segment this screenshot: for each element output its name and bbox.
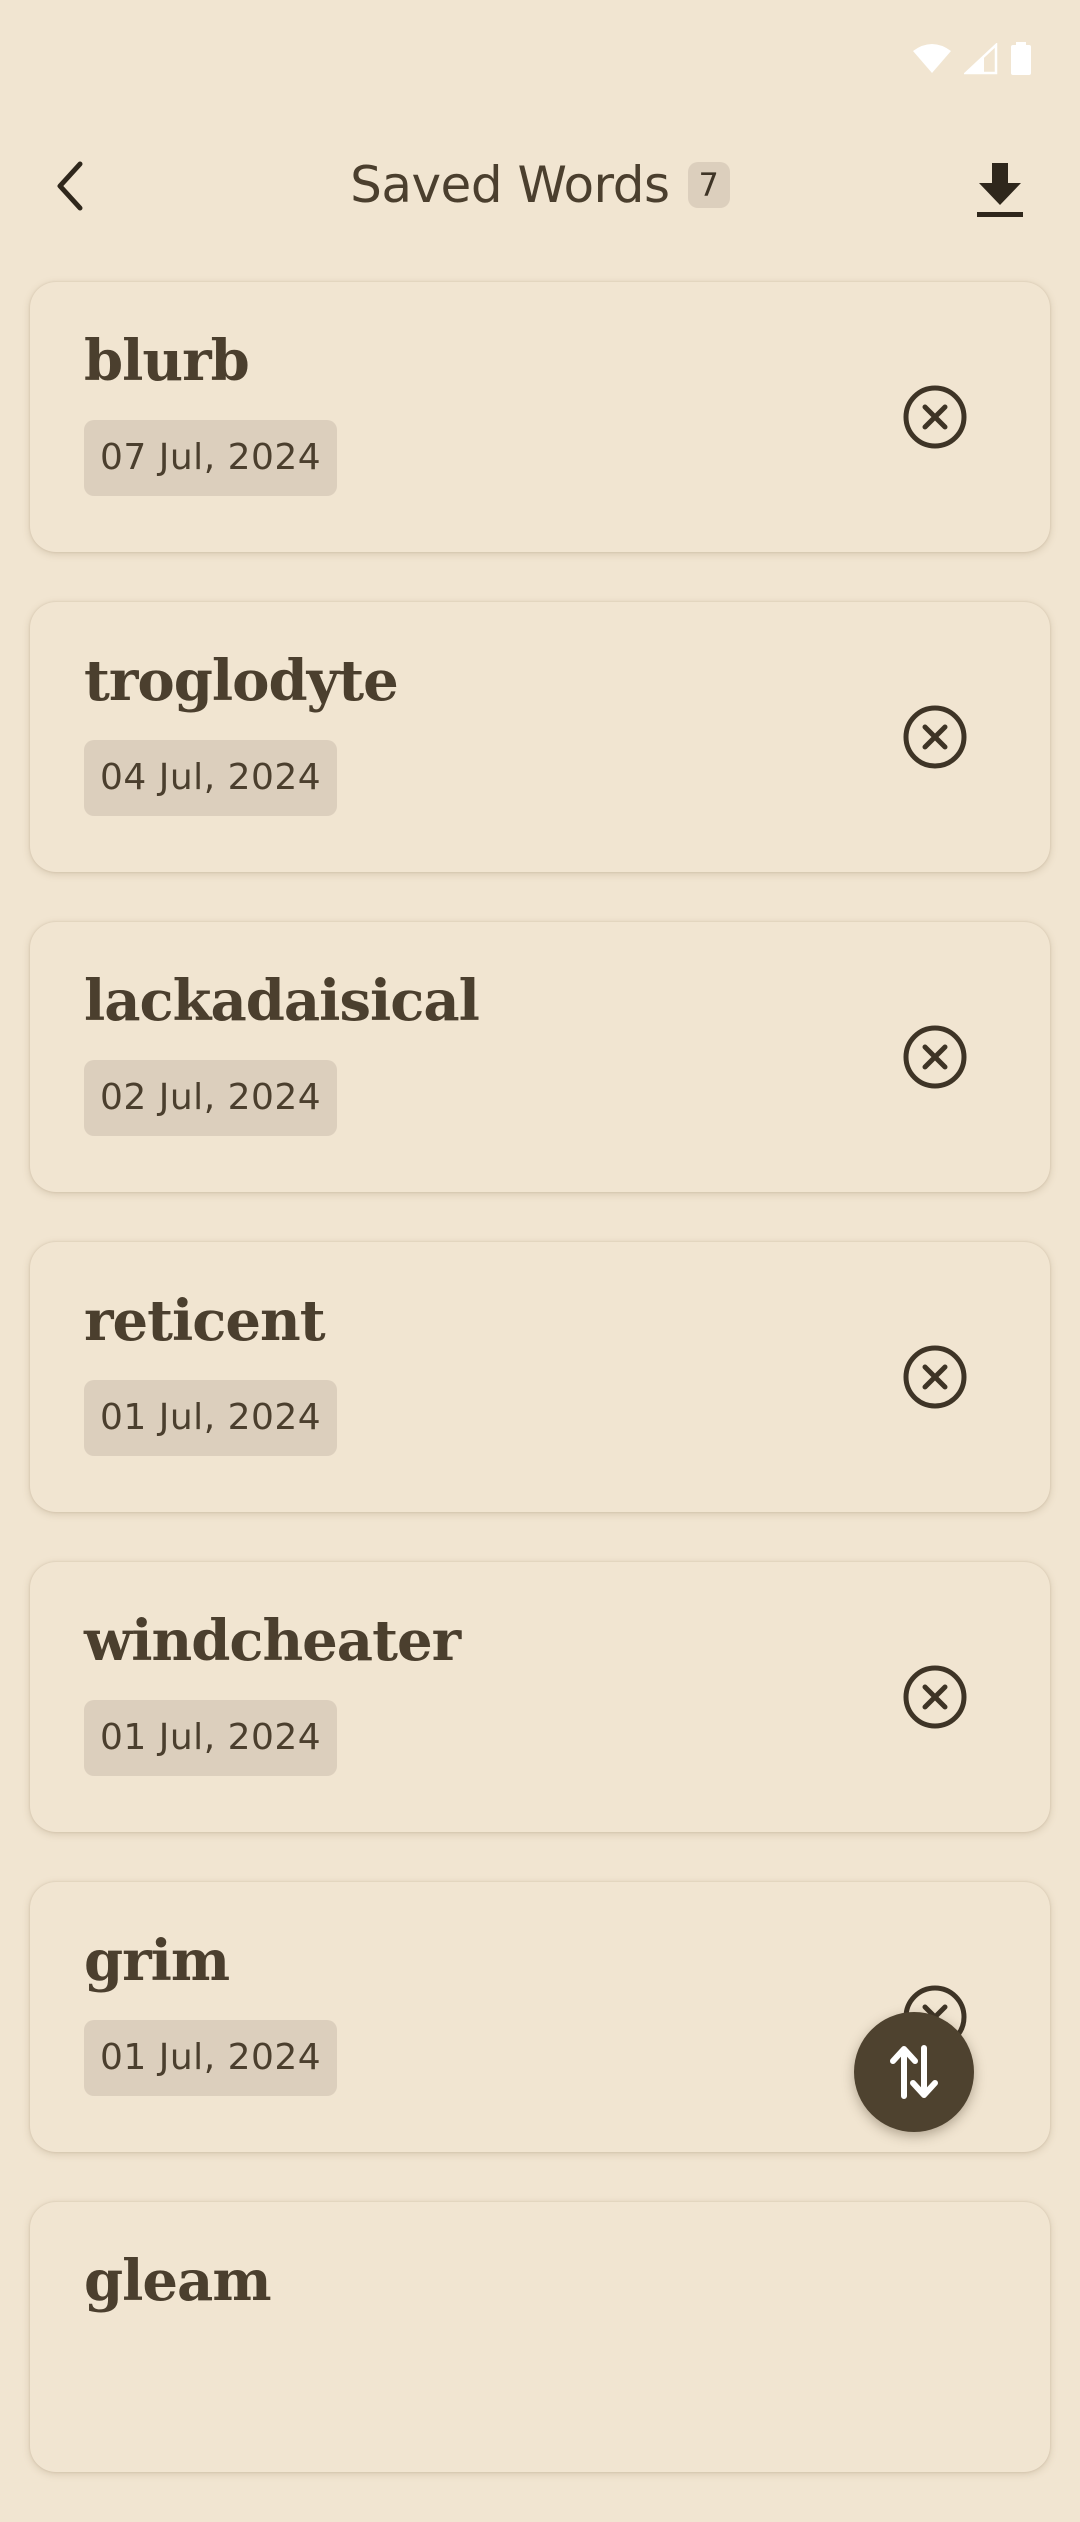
date-chip: 01 Jul, 2024 [84,2020,338,2096]
download-button[interactable] [968,154,1032,226]
title-group: Saved Words 7 [0,156,1080,214]
status-icons [912,42,1032,76]
download-icon [977,163,1023,217]
remove-button[interactable] [900,1342,970,1412]
battery-icon [1011,42,1031,75]
wifi-icon [913,44,951,73]
swap-vertical-icon [890,2045,938,2099]
close-circle-icon [903,385,967,449]
close-circle-icon [903,1025,967,1089]
word-card[interactable]: windcheater 01 Jul, 2024 [30,1562,1050,1832]
word-card[interactable]: troglodyte 04 Jul, 2024 [30,602,1050,872]
saved-words-list: blurb 07 Jul, 2024 troglodyte 04 Jul, 20… [30,282,1050,2522]
word-card[interactable]: blurb 07 Jul, 2024 [30,282,1050,552]
word-text: troglodyte [84,648,399,714]
word-text: reticent [84,1288,326,1354]
count-badge: 7 [687,162,730,208]
date-chip: 04 Jul, 2024 [84,740,338,816]
word-text: grim [84,1928,230,1994]
date-chip: 07 Jul, 2024 [84,420,338,496]
app-bar: Saved Words 7 [0,120,1080,256]
remove-button[interactable] [900,1662,970,1732]
sort-fab-button[interactable] [854,2012,974,2132]
date-chip: 02 Jul, 2024 [84,1060,338,1136]
word-text: gleam [84,2248,272,2314]
close-circle-icon [903,1345,967,1409]
word-card[interactable]: reticent 01 Jul, 2024 [30,1242,1050,1512]
signal-icon [964,43,998,75]
word-card[interactable]: lackadaisical 02 Jul, 2024 [30,922,1050,1192]
word-text: blurb [84,328,250,394]
word-text: windcheater [84,1608,461,1674]
close-circle-icon [903,705,967,769]
status-bar [0,0,1080,120]
page-title: Saved Words [350,156,670,214]
word-card[interactable]: gleam [30,2202,1050,2472]
remove-button[interactable] [900,702,970,772]
remove-button[interactable] [900,1022,970,1092]
word-text: lackadaisical [84,968,480,1034]
close-circle-icon [903,1665,967,1729]
date-chip: 01 Jul, 2024 [84,1380,338,1456]
date-chip: 01 Jul, 2024 [84,1700,338,1776]
remove-button[interactable] [900,382,970,452]
